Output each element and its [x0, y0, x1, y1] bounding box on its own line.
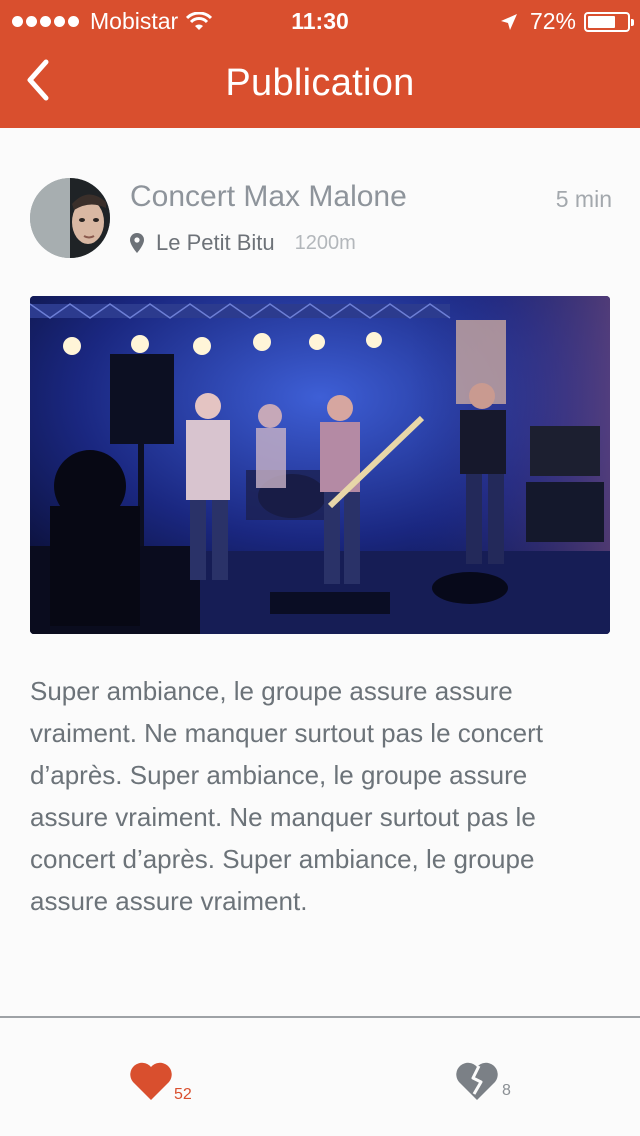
battery-fill: [588, 15, 616, 28]
like-button[interactable]: [128, 1060, 174, 1107]
heart-icon: [130, 1062, 172, 1100]
page-title: Publication: [225, 62, 415, 104]
status-bar: Mobistar 11:30 72%: [0, 0, 640, 40]
battery-percent: 72%: [529, 8, 576, 34]
concert-photo-image: [30, 296, 610, 634]
avatar[interactable]: [30, 178, 110, 258]
app-header: Mobistar 11:30 72% Publication: [0, 0, 640, 128]
location-arrow-icon: [500, 13, 517, 30]
broken-heart-icon: [456, 1062, 498, 1100]
post-header: Concert Max Malone 5 min Le Petit Bitu 1…: [30, 178, 612, 260]
dislike-button[interactable]: [454, 1058, 500, 1107]
map-pin-icon: [130, 233, 144, 253]
concert-photo[interactable]: [30, 296, 610, 634]
status-right: 72%: [500, 8, 634, 35]
like-count: 52: [174, 1086, 192, 1103]
dislike-count: 8: [502, 1082, 511, 1099]
battery-icon: [584, 11, 634, 32]
post-time: 5 min: [555, 186, 612, 212]
location-row[interactable]: Le Petit Bitu 1200m: [130, 230, 356, 256]
bottom-action-bar: 52 8: [0, 1016, 640, 1136]
avatar-image: [30, 178, 110, 258]
place-name: Le Petit Bitu: [156, 230, 275, 255]
distance: 1200m: [294, 231, 356, 254]
post-description: Super ambiance, le groupe assure assure …: [30, 676, 544, 916]
post-title[interactable]: Concert Max Malone: [130, 180, 407, 214]
